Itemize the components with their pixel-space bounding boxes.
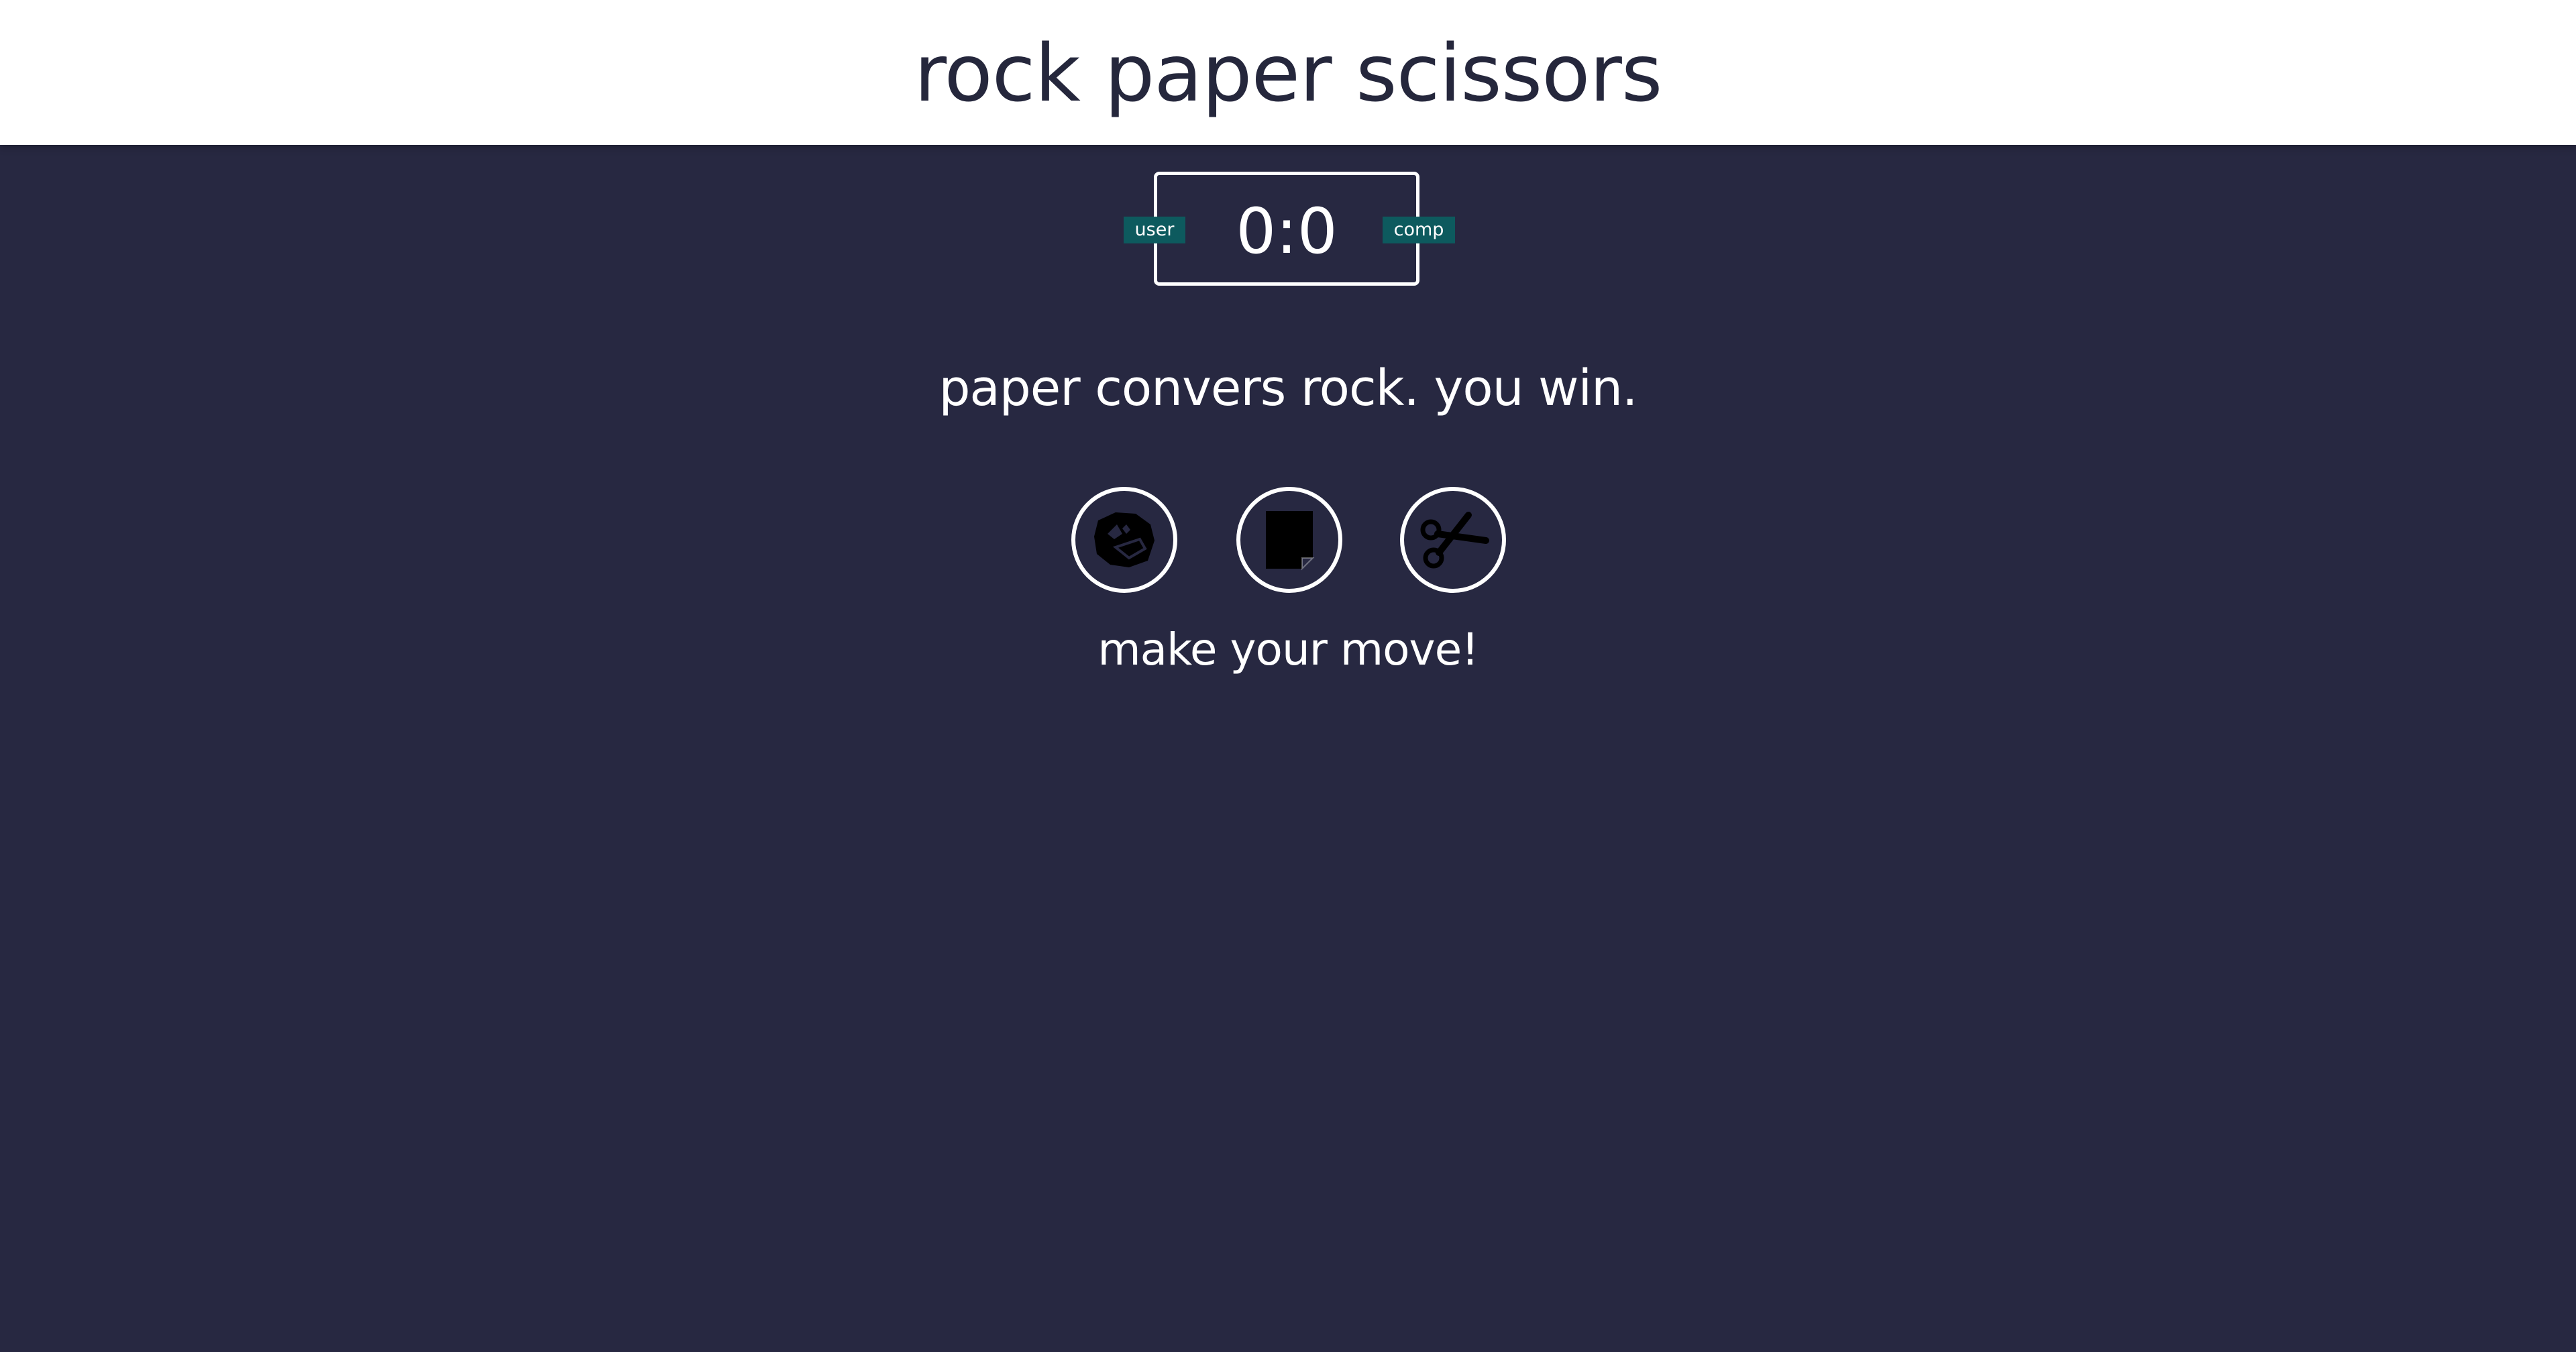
game-board: user comp 0:0 paper convers rock. you wi…	[0, 145, 2576, 1352]
rock-choice-button[interactable]	[1071, 487, 1177, 593]
page-title: rock paper scissors	[914, 27, 1663, 119]
result-message: paper convers rock. you win.	[938, 359, 1638, 417]
scissors-choice-button[interactable]	[1400, 487, 1506, 593]
scissors-icon	[1420, 512, 1489, 569]
rock-icon	[1094, 512, 1155, 567]
paper-icon	[1266, 511, 1315, 571]
header: rock paper scissors	[0, 0, 2576, 145]
score-board: user comp 0:0	[1124, 172, 1455, 286]
score-display: 0:0	[1236, 195, 1338, 268]
paper-choice-button[interactable]	[1236, 487, 1342, 593]
action-message: make your move!	[1097, 624, 1479, 675]
